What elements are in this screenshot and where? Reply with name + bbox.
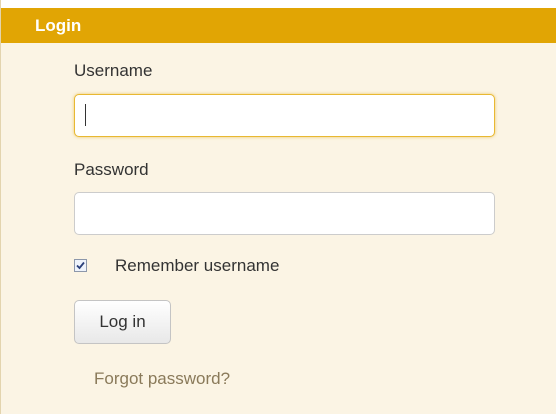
top-strip <box>1 0 556 8</box>
remember-checkbox[interactable] <box>74 259 87 272</box>
text-caret <box>85 104 86 126</box>
checkmark-icon <box>76 261 85 270</box>
login-panel: Login Username Password Remember usernam… <box>0 0 556 414</box>
login-button[interactable]: Log in <box>74 300 171 344</box>
remember-label: Remember username <box>115 256 280 275</box>
username-label: Username <box>74 61 153 80</box>
panel-title: Login <box>35 16 82 35</box>
password-input[interactable] <box>74 192 495 235</box>
username-input[interactable] <box>74 94 495 137</box>
forgot-password-link[interactable]: Forgot password? <box>94 369 230 389</box>
password-label: Password <box>74 160 149 179</box>
panel-header: Login <box>1 8 556 43</box>
